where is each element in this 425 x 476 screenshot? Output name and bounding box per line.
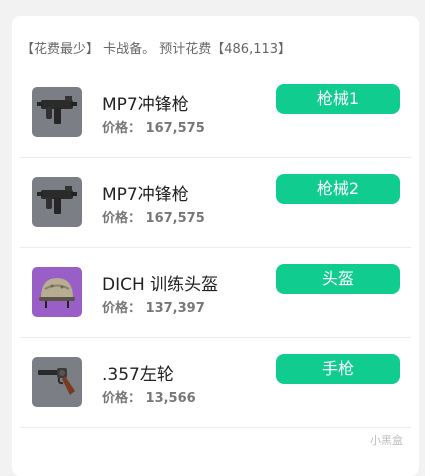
item-price: 价格： 13,566 xyxy=(102,391,196,406)
slot-tag-button[interactable]: 手枪 xyxy=(276,354,400,384)
helmet-icon xyxy=(32,267,82,317)
list-item[interactable]: .357左轮 价格： 13,566 手枪 xyxy=(20,337,411,427)
cost-summary: 【花费最少】 卡战备。 预计花费【486,113】 xyxy=(21,42,292,57)
item-price: 价格： 167,575 xyxy=(102,121,205,136)
item-name: .357左轮 xyxy=(102,365,174,385)
smg-icon xyxy=(32,177,82,227)
item-name: MP7冲锋枪 xyxy=(102,95,189,115)
slot-tag-button[interactable]: 枪械2 xyxy=(276,174,400,204)
item-price: 价格： 167,575 xyxy=(102,211,205,226)
divider xyxy=(20,427,411,428)
slot-tag-button[interactable]: 头盔 xyxy=(276,264,400,294)
item-name: MP7冲锋枪 xyxy=(102,185,189,205)
list-item[interactable]: MP7冲锋枪 价格： 167,575 枪械2 xyxy=(20,157,411,247)
smg-icon xyxy=(32,87,82,137)
slot-tag-button[interactable]: 枪械1 xyxy=(276,84,400,114)
item-name: DICH 训练头盔 xyxy=(102,275,219,295)
item-price: 价格： 137,397 xyxy=(102,301,205,316)
list-item[interactable]: MP7冲锋枪 价格： 167,575 枪械1 xyxy=(20,67,411,157)
revolver-icon xyxy=(32,357,82,407)
list-item[interactable]: DICH 训练头盔 价格： 137,397 头盔 xyxy=(20,247,411,337)
watermark: 小黑盒 xyxy=(370,434,403,447)
